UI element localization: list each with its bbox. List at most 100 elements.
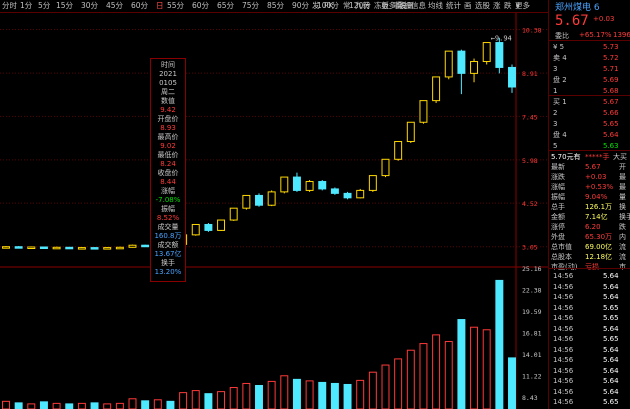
right-tool-button[interactable]: 均线 bbox=[428, 0, 443, 11]
volume-axis-label: 16.81 bbox=[522, 330, 542, 338]
tick-price: 5.64 bbox=[603, 377, 619, 385]
info-line: 8.24 bbox=[160, 160, 176, 168]
tick-row: 14:56 5.65 bbox=[549, 334, 630, 344]
period-tab[interactable]: 1分 bbox=[20, 0, 32, 11]
period-tab[interactable]: 90分 bbox=[292, 0, 309, 11]
candle-body bbox=[255, 194, 263, 206]
volume-bar bbox=[292, 378, 301, 409]
right-tool-button[interactable]: 涨 bbox=[493, 0, 501, 11]
kline-chart[interactable]: ←9.94 10.38 8.91 7.45 5.98 4.52 3.05 25.16 22.38… bbox=[0, 13, 548, 409]
tool-button[interactable]: 九转 bbox=[355, 0, 370, 11]
candle-body bbox=[444, 50, 453, 78]
info-line: 最低价 bbox=[157, 151, 179, 159]
candle-body bbox=[368, 175, 377, 191]
info-line: 9.02 bbox=[160, 142, 176, 150]
quote-label: 外盘 bbox=[551, 233, 565, 241]
candle-body bbox=[470, 61, 479, 74]
period-tab[interactable]: 55分 bbox=[167, 0, 184, 11]
candle-body bbox=[343, 192, 352, 199]
quote-tail: 内 bbox=[619, 233, 626, 241]
tick-time: 14:56 bbox=[553, 335, 574, 343]
right-tool-button[interactable]: 跌 bbox=[504, 0, 512, 11]
quote-value: 5.67 bbox=[585, 163, 601, 171]
tick-price: 5.65 bbox=[603, 398, 619, 406]
quote-tail: 最 bbox=[619, 183, 626, 191]
volume-axis-label: 14.01 bbox=[522, 351, 542, 359]
quote-label: 金额 bbox=[551, 213, 565, 221]
sell-price: 5.71 bbox=[603, 65, 619, 73]
candle-body bbox=[305, 181, 314, 191]
volume-bar bbox=[229, 387, 238, 409]
candle-body bbox=[381, 158, 390, 177]
candle-body bbox=[330, 188, 339, 194]
tick-time: 14:56 bbox=[553, 314, 574, 322]
volume-bar bbox=[90, 402, 99, 409]
volume-bar bbox=[103, 403, 112, 409]
period-tab[interactable]: 分时 bbox=[2, 0, 17, 11]
sell-order-row: 3 5.71 bbox=[549, 64, 630, 74]
sell-price: 5.72 bbox=[603, 54, 619, 62]
period-tab[interactable]: 65分 bbox=[217, 0, 234, 11]
volume-bar bbox=[153, 399, 162, 409]
candle-body bbox=[141, 244, 150, 248]
volume-bar bbox=[255, 384, 263, 409]
volume-bar bbox=[39, 401, 48, 409]
period-tab[interactable]: 45分 bbox=[106, 0, 123, 11]
quote-label: 总市值 bbox=[551, 243, 572, 251]
volume-bar bbox=[204, 393, 213, 409]
candle-body bbox=[204, 223, 213, 231]
tool-button[interactable]: 常 bbox=[343, 0, 351, 11]
volume-bar bbox=[381, 364, 390, 409]
candle-body bbox=[128, 244, 137, 248]
quote-tail: 跌 bbox=[619, 223, 626, 231]
candle-body bbox=[267, 191, 276, 206]
quote-tail: 开 bbox=[619, 163, 626, 171]
period-tab[interactable]: 日 bbox=[156, 0, 164, 11]
tool-button[interactable]: PK bbox=[324, 0, 333, 11]
right-tool-button[interactable]: 画 bbox=[464, 0, 472, 11]
period-tab[interactable]: 5分 bbox=[38, 0, 50, 11]
volume-bar bbox=[27, 403, 36, 409]
candle-body bbox=[292, 176, 301, 191]
volume-bar bbox=[191, 390, 200, 409]
tool-button[interactable]: 冻板 bbox=[374, 0, 389, 11]
volume-bar bbox=[444, 341, 453, 409]
quote-header-right: 大买 bbox=[613, 153, 627, 161]
candle-body bbox=[217, 219, 226, 231]
tick-price: 5.64 bbox=[603, 324, 619, 333]
quote-label: 总股本 bbox=[551, 253, 572, 261]
tick-time: 14:56 bbox=[553, 345, 574, 354]
right-tool-button[interactable]: 统计 bbox=[446, 0, 461, 11]
tick-price: 5.64 bbox=[603, 282, 619, 291]
volume-bar bbox=[419, 343, 428, 409]
chevron-down-icon[interactable]: ▾ bbox=[516, 0, 520, 11]
period-tab[interactable]: 60分 bbox=[131, 0, 148, 11]
sell-order-row: 盘 2 5.69 bbox=[549, 75, 630, 85]
quote-row: 总市值 69.00亿流 bbox=[549, 242, 630, 252]
quote-tail: 流 bbox=[619, 253, 626, 261]
period-tab[interactable]: 60分 bbox=[192, 0, 209, 11]
quote-header-row: 5.70元有 *****手 大买 bbox=[549, 152, 630, 162]
quote-row: 总手 126.1万换 bbox=[549, 202, 630, 212]
quote-label: 涨停 bbox=[551, 223, 565, 231]
volume-bar bbox=[267, 380, 276, 409]
buy-level-label: 买 1 bbox=[553, 98, 567, 106]
crosshair-info-box: 时间 2021 0105 周二 数值 9.42 开盘价 8.93 最高价 9.02 最低价 8.24 收… bbox=[150, 58, 186, 282]
volume-bar bbox=[508, 357, 516, 409]
volume-axis-label: 22.38 bbox=[522, 287, 542, 295]
tick-price: 5.64 bbox=[603, 272, 619, 280]
period-tab[interactable]: 30分 bbox=[81, 0, 98, 11]
volume-bar bbox=[217, 391, 226, 409]
right-tool-button[interactable]: 选股 bbox=[475, 0, 490, 11]
tool-button[interactable]: 发 bbox=[312, 0, 320, 11]
quote-value: 126.1万 bbox=[585, 203, 613, 211]
buy-price: 5.67 bbox=[603, 98, 619, 106]
sell-order-row: ¥ 5 5.73 bbox=[549, 42, 630, 52]
period-tab[interactable]: 75分 bbox=[242, 0, 259, 11]
buy-level-label: 3 bbox=[553, 120, 558, 128]
price-axis-label: 4.52 bbox=[522, 200, 538, 208]
panel-divider bbox=[549, 268, 630, 269]
right-tool-button[interactable]: 叠加信息 bbox=[396, 0, 426, 11]
period-tab[interactable]: 85分 bbox=[267, 0, 284, 11]
period-tab[interactable]: 15分 bbox=[56, 0, 73, 11]
